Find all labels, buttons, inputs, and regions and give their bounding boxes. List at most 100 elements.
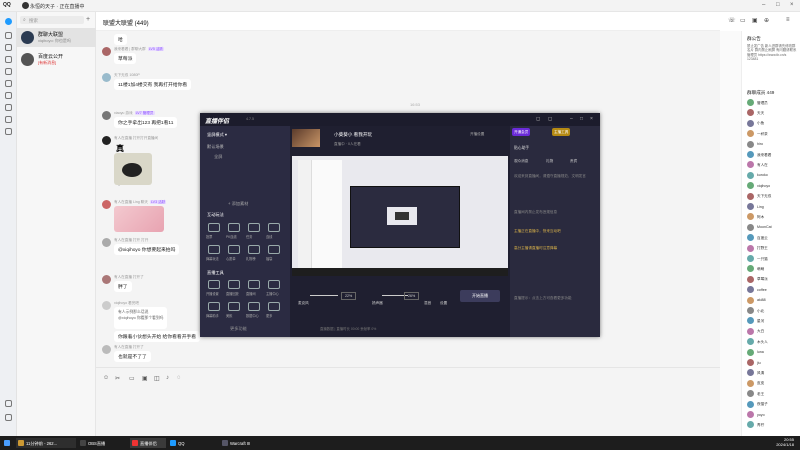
message-bubble[interactable]: 胖了 [114, 281, 132, 292]
room-cover[interactable] [292, 129, 320, 147]
tool-button[interactable] [248, 302, 260, 311]
tool-button[interactable] [248, 280, 260, 289]
more-tools-icon[interactable]: ◌ [177, 375, 181, 381]
tool-button[interactable] [268, 223, 280, 232]
screen-share-icon[interactable]: ▣ [752, 17, 758, 24]
taskbar-item[interactable]: Warcraft III [220, 438, 272, 448]
avatar[interactable] [102, 345, 111, 354]
member-item[interactable]: coffee [747, 285, 799, 294]
member-item[interactable]: 打野王 [747, 244, 799, 253]
tab-vip[interactable]: 贵宾 [570, 159, 577, 164]
tool-button[interactable] [248, 245, 260, 254]
add-material-button[interactable]: + 添加素材 [228, 201, 248, 207]
chat-item[interactable]: 群聊大联盟 xiqihoyo: 你也是吗 [17, 28, 96, 47]
close-icon[interactable]: × [590, 116, 593, 122]
phone-icon[interactable]: ☏ [728, 17, 736, 24]
tab-gift[interactable]: 礼物 [546, 159, 553, 164]
member-item[interactable]: Ling [747, 202, 799, 211]
member-item[interactable]: 阿木 [747, 212, 799, 221]
image-message[interactable] [114, 206, 164, 232]
video-icon[interactable] [5, 104, 12, 111]
tool-button[interactable] [268, 302, 280, 311]
message-icon[interactable]: ◻ [548, 116, 552, 122]
member-item[interactable]: xiqihoyo [747, 181, 799, 190]
tab-audience[interactable]: 观众消息 [514, 159, 528, 164]
member-item[interactable]: 老王 [747, 389, 799, 398]
clock[interactable]: 20:55 2024/1/18 [776, 437, 794, 447]
invite-icon[interactable]: ⊕ [764, 17, 769, 24]
taskbar-item[interactable]: 直播伴侣 [130, 438, 166, 448]
member-item[interactable]: aki88 [747, 296, 799, 305]
member-item[interactable]: 木头人 [747, 337, 799, 346]
message-bubble[interactable]: 哈 [114, 34, 127, 45]
add-button[interactable]: + [86, 16, 90, 24]
search-input[interactable]: ⌕ 搜索 [20, 16, 84, 24]
member-item[interactable]: 萌萌 [747, 264, 799, 273]
start-button[interactable] [2, 438, 10, 448]
avatar[interactable] [102, 238, 111, 247]
member-item[interactable]: 天下无双 [747, 192, 799, 201]
member-item[interactable]: 天天 [747, 108, 799, 117]
tool-button[interactable] [208, 280, 220, 289]
member-item[interactable]: 管理员 [747, 98, 799, 107]
avatar[interactable] [102, 301, 111, 310]
folder-icon[interactable] [5, 68, 12, 75]
tool-button[interactable] [268, 280, 280, 289]
member-item[interactable]: 小鱼 [747, 119, 799, 128]
scene-name[interactable]: 默认场景 [207, 144, 224, 150]
top-right-chip[interactable]: 开播设置 [470, 132, 484, 137]
tool-button[interactable] [268, 245, 280, 254]
member-item[interactable]: 皮皮 [747, 379, 799, 388]
profile-icon[interactable] [5, 18, 12, 25]
video-icon[interactable]: ▭ [740, 17, 746, 24]
vip-chip[interactable]: 开通会员 [512, 128, 531, 136]
avatar[interactable] [102, 111, 111, 120]
minimize-icon[interactable]: – [570, 116, 573, 122]
voice-icon[interactable]: ♪ [166, 375, 169, 381]
scissors-icon[interactable]: ✂ [115, 375, 120, 382]
more-icon[interactable]: ≡ [786, 17, 790, 23]
tool-button[interactable] [208, 302, 220, 311]
member-item[interactable]: 青柠 [747, 420, 799, 429]
mix-button[interactable]: 混音 [424, 301, 431, 306]
doc-icon[interactable] [5, 116, 12, 123]
more-features-link[interactable]: 更多功能 [230, 326, 247, 332]
close-icon[interactable]: × [790, 2, 794, 8]
member-item[interactable]: yoyo [747, 410, 799, 419]
tool-button[interactable] [248, 223, 260, 232]
tools-chip[interactable]: 主播工具 [552, 128, 571, 136]
input-area[interactable]: ☺ ✂ ▭ ▣ ◫ ♪ ◌ ◷ [96, 367, 733, 436]
member-item[interactable]: 大白 [747, 327, 799, 336]
contacts-icon[interactable] [5, 44, 12, 51]
member-item[interactable]: luna [747, 348, 799, 357]
apps-icon[interactable] [5, 128, 12, 135]
member-item[interactable]: 星河 [747, 316, 799, 325]
tool-button[interactable] [228, 245, 240, 254]
chat-item[interactable]: 百度云公开 [有新消息] [17, 50, 96, 69]
message-bubble[interactable]: @xiqihoyo 你想要起来拍吗 [114, 244, 180, 255]
sticker-image[interactable] [114, 153, 152, 185]
member-item[interactable]: hiro [747, 140, 799, 149]
tool-button[interactable] [208, 245, 220, 254]
scene-mode-select[interactable]: 竖屏模式 ▾ [207, 132, 227, 138]
avatar[interactable] [22, 2, 29, 9]
gift-icon[interactable]: ◻ [536, 116, 540, 122]
maximize-icon[interactable]: □ [776, 2, 780, 8]
member-item[interactable]: 百度云 [747, 233, 799, 242]
taskbar-item[interactable]: OBS直播 [78, 438, 128, 448]
quote-bubble[interactable]: 有人示例那么话说 @xiqihoyo 你看那个看到吗 [114, 307, 168, 329]
member-item[interactable]: 夜猫子 [747, 400, 799, 409]
mail-icon[interactable] [5, 400, 12, 407]
member-item[interactable]: 草莓派 [747, 275, 799, 284]
message-bubble[interactable]: 你跟着小伙想头开始 给你看看开手看 [114, 331, 201, 342]
mic-slider[interactable] [310, 295, 338, 296]
member-item[interactable]: 一杯茶 [747, 129, 799, 138]
space-icon[interactable] [5, 80, 12, 87]
taskbar-item[interactable]: 11分钟前 - 262... [16, 438, 76, 448]
member-item[interactable]: kuroko [747, 171, 799, 180]
maximize-icon[interactable]: □ [580, 116, 583, 122]
avatar[interactable] [102, 275, 111, 284]
avatar[interactable] [102, 136, 111, 145]
avatar[interactable] [102, 47, 111, 56]
taskbar-item[interactable]: QQ [168, 438, 214, 448]
